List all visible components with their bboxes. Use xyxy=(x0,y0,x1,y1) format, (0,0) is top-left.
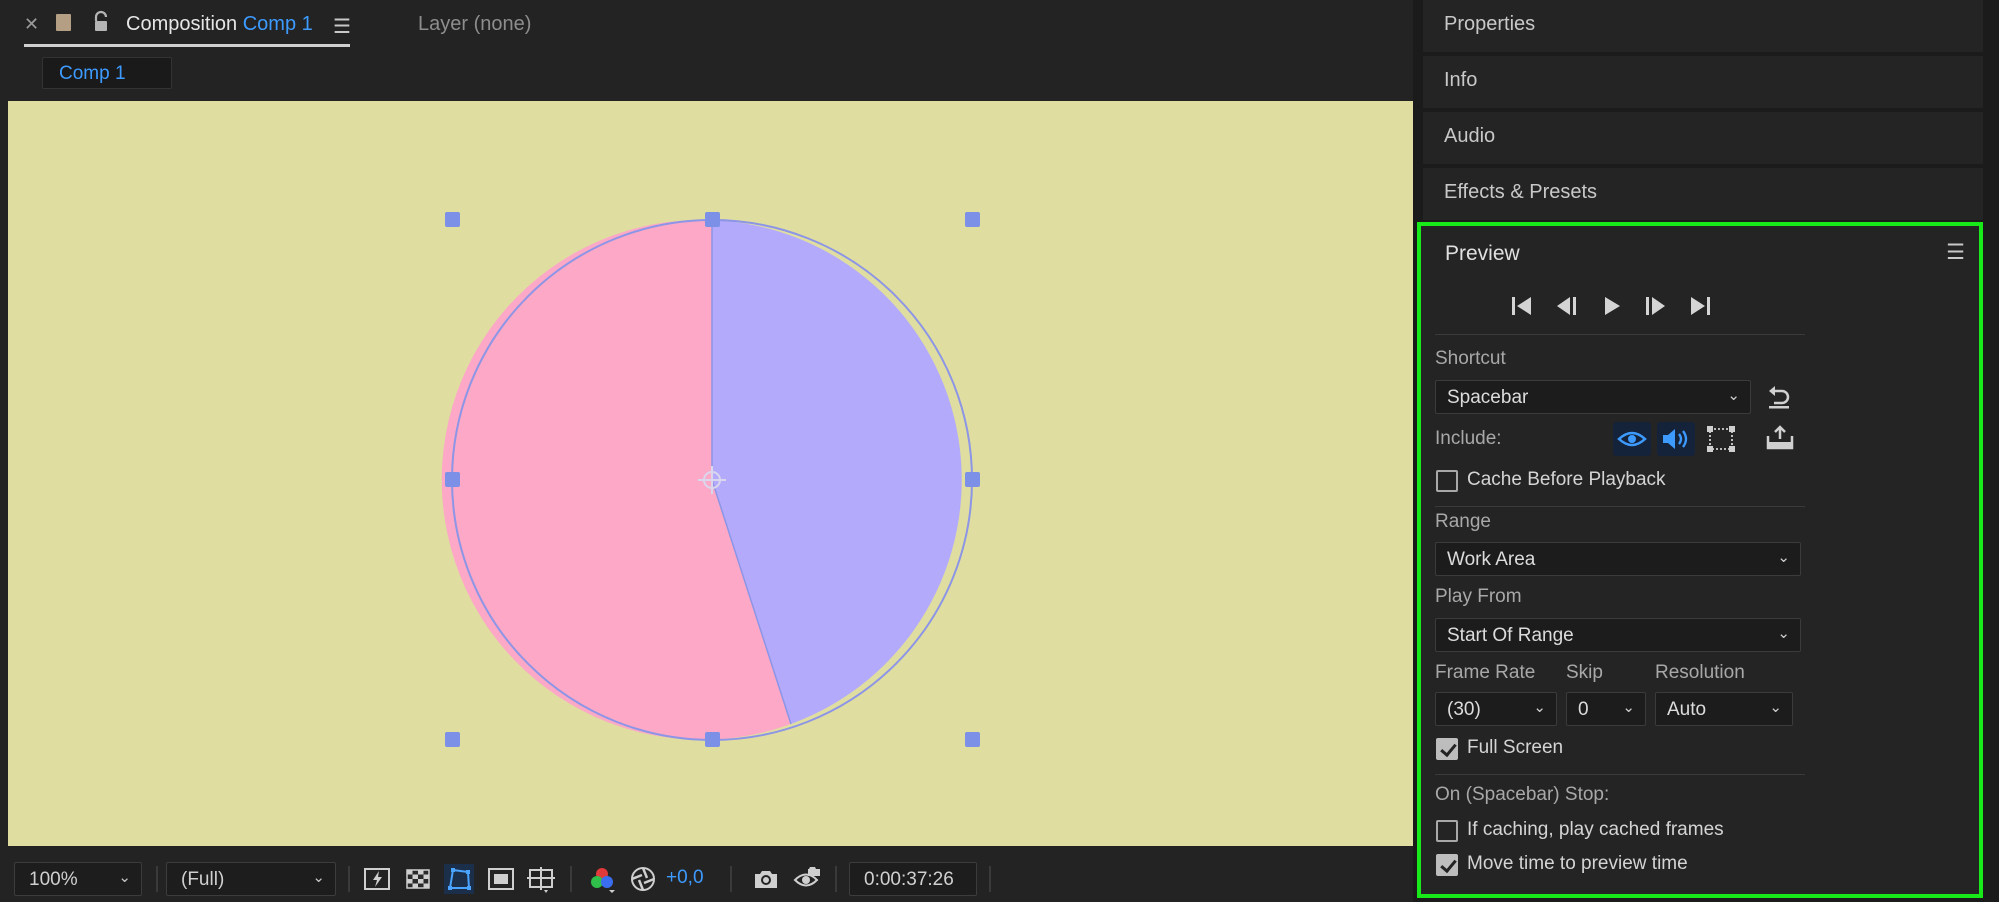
transparency-grid-icon[interactable] xyxy=(403,864,433,894)
if-caching-label: If caching, play cached frames xyxy=(1467,819,1724,840)
divider xyxy=(1435,774,1805,775)
divider xyxy=(1435,334,1805,335)
frame-rate-dropdown[interactable]: (30) ⌄ xyxy=(1435,692,1557,726)
mask-path-icon[interactable] xyxy=(444,864,474,894)
divider xyxy=(1435,506,1805,507)
handle-middle-right xyxy=(965,472,980,487)
preview-panel-title: Preview xyxy=(1445,242,1520,265)
region-of-interest-icon[interactable] xyxy=(486,864,516,894)
exposure-reset-icon[interactable] xyxy=(628,864,658,894)
composition-viewer[interactable] xyxy=(8,101,1413,846)
audio-panel-header[interactable]: Audio xyxy=(1423,112,1983,164)
range-dropdown[interactable]: Work Area ⌄ xyxy=(1435,542,1801,576)
handle-bottom-center xyxy=(705,732,720,747)
skip-label: Skip xyxy=(1566,662,1603,683)
play-icon[interactable] xyxy=(1599,294,1625,318)
magnification-dropdown[interactable]: 100% ⌄ xyxy=(14,862,142,896)
external-monitor-icon[interactable] xyxy=(1765,424,1795,452)
properties-panel-title: Properties xyxy=(1444,13,1536,35)
panel-menu-icon[interactable]: ☰ xyxy=(333,14,351,39)
first-frame-icon[interactable] xyxy=(1509,294,1535,318)
active-tab-underline xyxy=(24,44,350,47)
handle-top-left xyxy=(445,212,460,227)
previous-frame-icon[interactable] xyxy=(1554,294,1580,318)
viewer-canvas xyxy=(441,212,980,747)
guides-icon[interactable] xyxy=(526,864,556,894)
info-panel-title: Info xyxy=(1444,69,1478,91)
include-video-icon[interactable] xyxy=(1613,422,1651,456)
handle-bottom-left xyxy=(445,732,460,747)
show-snapshot-icon[interactable] xyxy=(792,864,822,894)
comp-navigator-tab[interactable]: Comp 1 xyxy=(42,57,172,89)
properties-panel-header[interactable]: Properties xyxy=(1423,0,1983,52)
exposure-value[interactable]: +0,0 xyxy=(666,867,704,889)
cache-before-playback-checkbox[interactable] xyxy=(1436,470,1458,492)
effects-presets-panel-title: Effects & Presets xyxy=(1444,181,1598,203)
on-stop-label: On (Spacebar) Stop: xyxy=(1435,784,1610,805)
panel-menu-icon[interactable]: ☰ xyxy=(1946,240,1965,265)
preview-resolution-dropdown[interactable]: Auto ⌄ xyxy=(1655,692,1793,726)
full-screen-label: Full Screen xyxy=(1467,737,1564,758)
play-from-label-text: Play From xyxy=(1435,586,1522,607)
range-label: Range xyxy=(1435,511,1491,532)
include-overlays-icon[interactable] xyxy=(1705,424,1737,454)
composition-panel: ✕ Composition Comp 1 ☰ Layer (none) Comp… xyxy=(0,0,1413,902)
include-label: Include: xyxy=(1435,428,1502,449)
comp-navigator-label: Comp 1 xyxy=(59,63,126,84)
chevron-down-icon: ⌄ xyxy=(1769,699,1782,716)
chevron-down-icon: ⌄ xyxy=(1777,549,1790,566)
frame-rate-label: Frame Rate xyxy=(1435,662,1536,683)
if-caching-checkbox[interactable] xyxy=(1436,820,1458,842)
full-screen-checkbox[interactable] xyxy=(1436,738,1458,760)
audio-panel-title: Audio xyxy=(1444,125,1496,147)
cache-before-playback-label: Cache Before Playback xyxy=(1467,469,1666,490)
unlock-icon[interactable] xyxy=(92,10,112,34)
composition-tab-bar: ✕ Composition Comp 1 ☰ Layer (none) xyxy=(0,0,1413,54)
color-channels-icon[interactable] xyxy=(587,864,617,894)
fast-preview-icon[interactable] xyxy=(362,864,392,894)
layer-tab[interactable]: Layer (none) xyxy=(418,13,531,36)
close-tab-icon[interactable]: ✕ xyxy=(24,14,39,35)
skip-dropdown[interactable]: 0 ⌄ xyxy=(1566,692,1646,726)
include-audio-icon[interactable] xyxy=(1657,422,1695,456)
move-time-checkbox[interactable] xyxy=(1436,854,1458,876)
reset-shortcut-icon[interactable] xyxy=(1765,384,1793,410)
chevron-down-icon: ⌄ xyxy=(1727,387,1740,404)
handle-middle-left xyxy=(445,472,460,487)
chevron-down-icon: ⌄ xyxy=(1777,625,1790,642)
handle-top-right xyxy=(965,212,980,227)
play-from-dropdown[interactable]: Start Of Range ⌄ xyxy=(1435,618,1801,652)
chevron-down-icon: ⌄ xyxy=(118,869,131,886)
next-frame-icon[interactable] xyxy=(1643,294,1669,318)
info-panel-header[interactable]: Info xyxy=(1423,56,1983,108)
preview-panel: Preview ☰ Shortcut Spacebar ⌄ Include: C… xyxy=(1417,222,1983,898)
shortcut-dropdown[interactable]: Spacebar ⌄ xyxy=(1435,380,1751,414)
effects-presets-panel-header[interactable]: Effects & Presets xyxy=(1423,168,1983,220)
composition-name: Comp 1 xyxy=(242,13,313,35)
current-time-display[interactable]: 0:00:37:26 xyxy=(849,862,977,896)
resolution-dropdown[interactable]: (Full) ⌄ xyxy=(166,862,336,896)
chevron-down-icon: ⌄ xyxy=(1622,699,1635,716)
comp-color-swatch xyxy=(56,14,71,31)
last-frame-icon[interactable] xyxy=(1687,294,1713,318)
composition-prefix: Composition xyxy=(126,13,238,35)
snapshot-icon[interactable] xyxy=(751,864,781,894)
handle-bottom-right xyxy=(965,732,980,747)
resolution-label: Resolution xyxy=(1655,662,1745,683)
handle-top-center xyxy=(705,212,720,227)
shortcut-label: Shortcut xyxy=(1435,348,1506,369)
composition-tab-title[interactable]: Composition Comp 1 xyxy=(126,13,313,36)
chevron-down-icon: ⌄ xyxy=(1533,699,1546,716)
viewer-toolbar: 100% ⌄ (Full) ⌄ +0,0 0:00:37:26 xyxy=(0,856,1413,902)
chevron-down-icon: ⌄ xyxy=(312,869,325,886)
move-time-label: Move time to preview time xyxy=(1467,853,1688,874)
